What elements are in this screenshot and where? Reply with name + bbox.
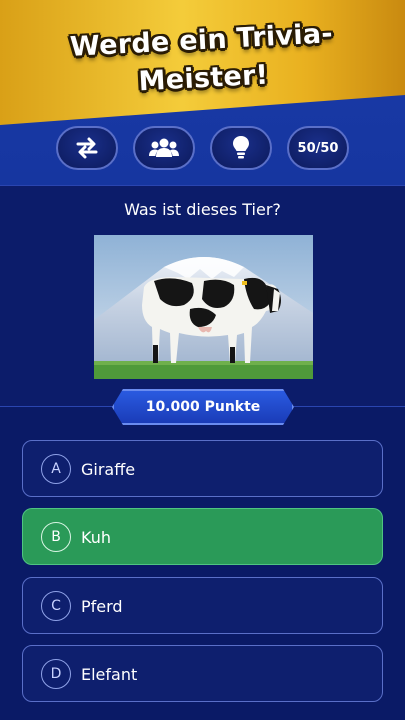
swap-arrows-icon: [76, 137, 98, 159]
swap-question-button[interactable]: [56, 126, 118, 170]
answer-letter-c: C: [41, 591, 71, 621]
answer-label-d: Elefant: [81, 665, 138, 684]
fifty-fifty-label: 50/50: [297, 140, 339, 156]
answer-option-d[interactable]: D Elefant: [22, 645, 383, 702]
points-label: 10.000 Punkte: [145, 399, 261, 415]
answer-option-b[interactable]: B Kuh: [22, 508, 383, 565]
answer-letter-d: D: [41, 659, 71, 689]
hint-button[interactable]: [210, 126, 272, 170]
lifelines-bar: 50/50: [0, 126, 405, 170]
answer-option-a[interactable]: A Giraffe: [22, 440, 383, 497]
question-image: [94, 235, 313, 379]
lightbulb-icon: [233, 136, 249, 159]
answer-label-a: Giraffe: [81, 460, 136, 479]
answer-letter-b: B: [41, 522, 71, 552]
cow-photo: [94, 235, 313, 379]
people-group-icon: [149, 138, 179, 157]
answer-letter-a: A: [41, 454, 71, 484]
answer-label-c: Pferd: [81, 597, 123, 616]
answer-option-c[interactable]: C Pferd: [22, 577, 383, 634]
fifty-fifty-button[interactable]: 50/50: [287, 126, 349, 170]
answer-label-b: Kuh: [81, 528, 111, 547]
question-text: Was ist dieses Tier?: [124, 200, 281, 219]
ask-audience-button[interactable]: [133, 126, 195, 170]
